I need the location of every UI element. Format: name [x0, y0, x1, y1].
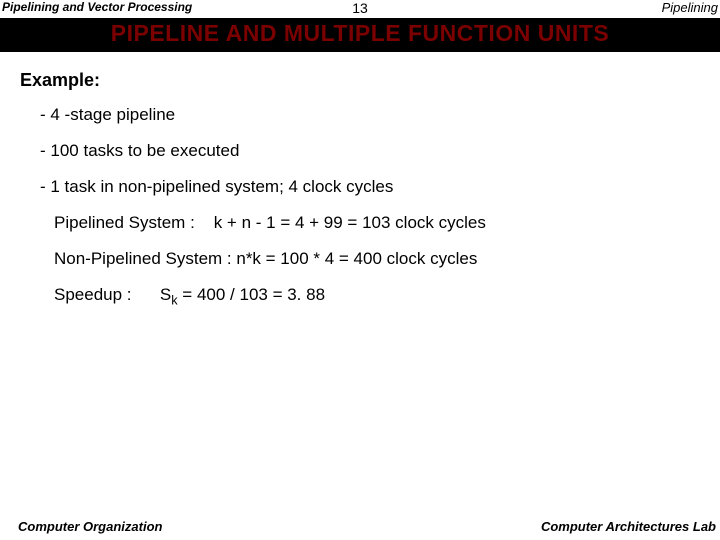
value-pipelined: k + n - 1 = 4 + 99 = 103 clock cycles — [214, 213, 486, 232]
slide-title: PIPELINE AND MULTIPLE FUNCTION UNITS — [0, 20, 720, 47]
slide: Pipelining and Vector Processing 13 Pipe… — [0, 0, 720, 540]
header-right: Pipelining — [662, 0, 718, 15]
slide-body: - 4 -stage pipeline - 100 tasks to be ex… — [40, 104, 680, 323]
header-page-number: 13 — [0, 0, 720, 16]
bullet-nonpipelined-cycles: - 1 task in non-pipelined system; 4 cloc… — [40, 176, 680, 198]
line-pipelined-system: Pipelined System : k + n - 1 = 4 + 99 = … — [54, 212, 680, 234]
value-speedup: Sk = 400 / 103 = 3. 88 — [160, 285, 325, 304]
line-nonpipelined-system: Non-Pipelined System : n*k = 100 * 4 = 4… — [54, 248, 680, 270]
bullet-stages: - 4 -stage pipeline — [40, 104, 680, 126]
header: Pipelining and Vector Processing 13 Pipe… — [0, 0, 720, 18]
footer-right: Computer Architectures Lab — [541, 519, 716, 534]
bullet-tasks: - 100 tasks to be executed — [40, 140, 680, 162]
label-pipelined: Pipelined System : — [54, 213, 195, 232]
speedup-result: = 400 / 103 = 3. 88 — [178, 285, 325, 304]
speedup-symbol: S — [160, 285, 171, 304]
footer-left: Computer Organization — [18, 519, 162, 534]
label-speedup: Speedup : — [54, 285, 132, 304]
example-heading: Example: — [20, 70, 100, 91]
line-speedup: Speedup : Sk = 400 / 103 = 3. 88 — [54, 284, 680, 309]
